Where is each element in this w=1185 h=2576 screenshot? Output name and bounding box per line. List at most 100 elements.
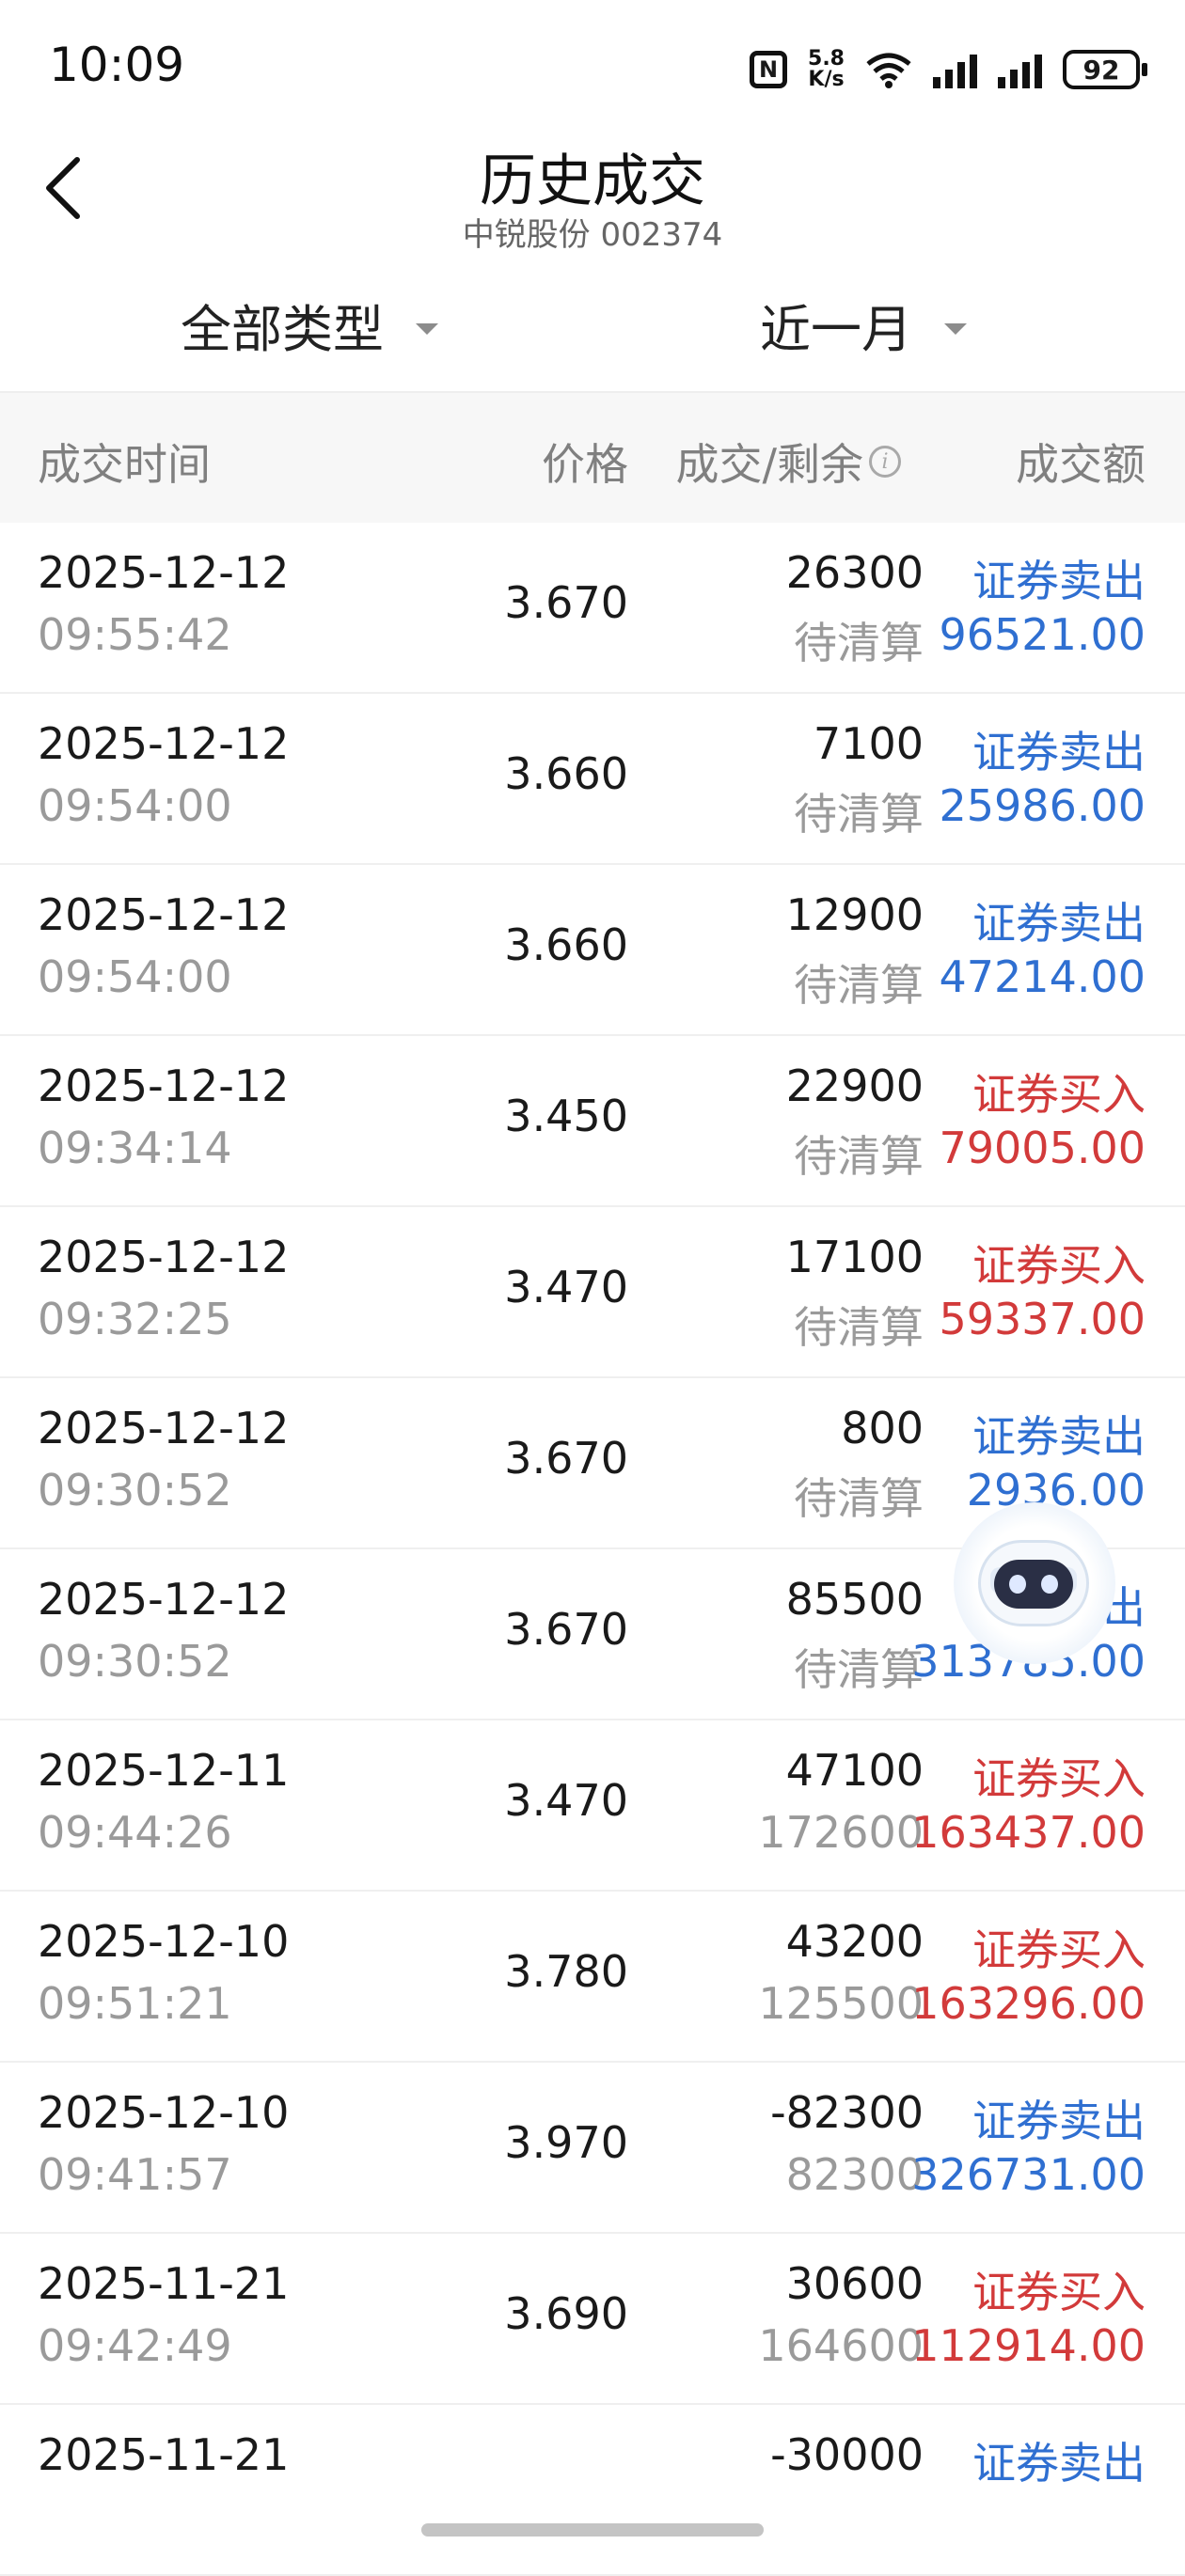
trade-remain: 164600 bbox=[758, 2320, 924, 2371]
trade-quantity: 30600 bbox=[785, 2258, 924, 2309]
trade-time: 09:42:49 bbox=[38, 2320, 232, 2371]
trade-price: 3.780 bbox=[504, 1946, 628, 1997]
trade-type: 证券买入 bbox=[972, 1240, 1146, 1291]
wifi-icon bbox=[866, 53, 911, 88]
trade-amount: 96521.00 bbox=[939, 609, 1146, 660]
trade-type: 证券买入 bbox=[972, 1753, 1146, 1804]
trade-quantity: -30000 bbox=[770, 2429, 924, 2480]
trade-price: 3.690 bbox=[504, 2288, 628, 2339]
trade-date: 2025-12-10 bbox=[38, 1916, 290, 1967]
trade-quantity: 43200 bbox=[785, 1916, 924, 1967]
trade-price: 3.670 bbox=[504, 1433, 628, 1484]
trade-amount: 163437.00 bbox=[911, 1807, 1146, 1858]
trade-date: 2025-12-12 bbox=[38, 1403, 290, 1453]
trade-remain: 待清算 bbox=[794, 1473, 924, 1524]
network-speed: 5.8 K/s bbox=[808, 49, 845, 90]
status-bar: 10:09 N 5.8 K/s 92 bbox=[0, 0, 1185, 141]
trade-price: 3.450 bbox=[504, 1091, 628, 1141]
robot-face bbox=[994, 1560, 1073, 1609]
trade-remain: 待清算 bbox=[794, 789, 924, 840]
trade-remain: 172600 bbox=[758, 1807, 924, 1858]
header-amount: 成交额 bbox=[1016, 439, 1146, 490]
caret-down-icon bbox=[416, 322, 438, 335]
type-filter-label: 全部类型 bbox=[181, 300, 384, 359]
type-filter-dropdown[interactable]: 全部类型 bbox=[181, 288, 438, 362]
network-speed-unit: K/s bbox=[808, 68, 845, 91]
trade-amount: 25986.00 bbox=[939, 780, 1146, 831]
trade-type: 证券买入 bbox=[972, 1924, 1146, 1975]
trade-quantity: 85500 bbox=[785, 1574, 924, 1625]
trade-price: 3.670 bbox=[504, 1604, 628, 1655]
trade-amount: 163296.00 bbox=[911, 1978, 1146, 2029]
trade-row[interactable]: 2025-12-12 09:54:00 3.660 7100 待清算 证券卖出 … bbox=[0, 694, 1185, 865]
home-indicator[interactable] bbox=[421, 2523, 764, 2537]
status-icons: N 5.8 K/s 92 bbox=[750, 41, 1147, 98]
trade-row[interactable]: 2025-12-12 09:54:00 3.660 12900 待清算 证券卖出… bbox=[0, 865, 1185, 1036]
trade-row[interactable]: 2025-12-10 09:51:21 3.780 43200 125500 证… bbox=[0, 1892, 1185, 2063]
trade-price: 3.670 bbox=[504, 577, 628, 628]
trade-price: 3.470 bbox=[504, 1262, 628, 1312]
trade-type: 证券卖出 bbox=[972, 898, 1146, 949]
trade-quantity: -82300 bbox=[770, 2087, 924, 2138]
trade-quantity: 800 bbox=[841, 1403, 924, 1453]
header-fill-remain: 成交/剩余 i bbox=[675, 431, 901, 493]
header-price: 价格 bbox=[542, 439, 628, 490]
trade-time: 09:34:14 bbox=[38, 1123, 232, 1173]
signal-icon-sim1 bbox=[933, 51, 977, 88]
trade-row[interactable]: 2025-11-21 09:42:49 3.690 30600 164600 证… bbox=[0, 2234, 1185, 2405]
trade-quantity: 22900 bbox=[785, 1060, 924, 1111]
table-header: 成交时间 价格 成交/剩余 i 成交额 bbox=[0, 393, 1185, 523]
trade-date: 2025-12-12 bbox=[38, 1232, 290, 1282]
trade-date: 2025-12-12 bbox=[38, 889, 290, 940]
trade-row[interactable]: 2025-12-10 09:41:57 3.970 -82300 82300 证… bbox=[0, 2063, 1185, 2234]
battery-level: 92 bbox=[1082, 54, 1120, 86]
trade-row[interactable]: 2025-12-12 09:32:25 3.470 17100 待清算 证券买入… bbox=[0, 1207, 1185, 1378]
trade-date: 2025-12-10 bbox=[38, 2087, 290, 2138]
trade-row[interactable]: 2025-11-21 -30000 证券卖出 bbox=[0, 2405, 1185, 2576]
trade-row[interactable]: 2025-12-11 09:44:26 3.470 47100 172600 证… bbox=[0, 1720, 1185, 1892]
trade-date: 2025-11-21 bbox=[38, 2429, 290, 2480]
period-filter-dropdown[interactable]: 近一月 bbox=[760, 288, 967, 362]
info-icon[interactable]: i bbox=[869, 446, 901, 478]
header-time: 成交时间 bbox=[38, 439, 211, 490]
trade-type: 证券买入 bbox=[972, 1069, 1146, 1120]
nfc-icon: N bbox=[750, 51, 788, 88]
caret-down-icon bbox=[944, 322, 967, 335]
trade-amount: 59337.00 bbox=[939, 1294, 1146, 1344]
trade-row[interactable]: 2025-12-12 09:55:42 3.670 26300 待清算 证券卖出… bbox=[0, 523, 1185, 694]
header-fill-label: 成交/剩余 bbox=[675, 439, 864, 490]
trade-remain: 待清算 bbox=[794, 1302, 924, 1353]
trade-time: 09:30:52 bbox=[38, 1636, 232, 1687]
trade-remain: 待清算 bbox=[794, 960, 924, 1011]
trade-type: 证券卖出 bbox=[972, 2438, 1146, 2489]
trade-amount: 47214.00 bbox=[939, 951, 1146, 1002]
trade-date: 2025-11-21 bbox=[38, 2258, 290, 2309]
trade-date: 2025-12-12 bbox=[38, 547, 290, 598]
trade-date: 2025-12-11 bbox=[38, 1745, 290, 1796]
trade-quantity: 17100 bbox=[785, 1232, 924, 1282]
trade-time: 09:30:52 bbox=[38, 1465, 232, 1516]
trade-quantity: 7100 bbox=[813, 718, 924, 769]
trade-remain: 125500 bbox=[758, 1978, 924, 2029]
trade-type: 证券买入 bbox=[972, 2267, 1146, 2317]
assistant-robot-button[interactable] bbox=[954, 1502, 1115, 1664]
robot-eye-left bbox=[1009, 1575, 1026, 1594]
trade-date: 2025-12-12 bbox=[38, 718, 290, 769]
battery-icon: 92 bbox=[1063, 50, 1147, 89]
trade-time: 09:54:00 bbox=[38, 780, 232, 831]
trade-remain: 待清算 bbox=[794, 1131, 924, 1182]
trade-type: 证券卖出 bbox=[972, 727, 1146, 778]
trade-date: 2025-12-12 bbox=[38, 1574, 290, 1625]
period-filter-label: 近一月 bbox=[760, 300, 912, 359]
trade-type: 证券卖出 bbox=[972, 2096, 1146, 2146]
trade-time: 09:44:26 bbox=[38, 1807, 232, 1858]
signal-icon-sim2 bbox=[998, 51, 1042, 88]
trade-time: 09:54:00 bbox=[38, 951, 232, 1002]
trade-remain: 82300 bbox=[785, 2149, 924, 2200]
robot-icon bbox=[978, 1540, 1089, 1626]
robot-eye-right bbox=[1041, 1575, 1058, 1594]
trade-time: 09:41:57 bbox=[38, 2149, 232, 2200]
trade-row[interactable]: 2025-12-12 09:34:14 3.450 22900 待清算 证券买入… bbox=[0, 1036, 1185, 1207]
network-speed-value: 5.8 bbox=[808, 47, 845, 71]
status-time: 10:09 bbox=[49, 38, 185, 92]
